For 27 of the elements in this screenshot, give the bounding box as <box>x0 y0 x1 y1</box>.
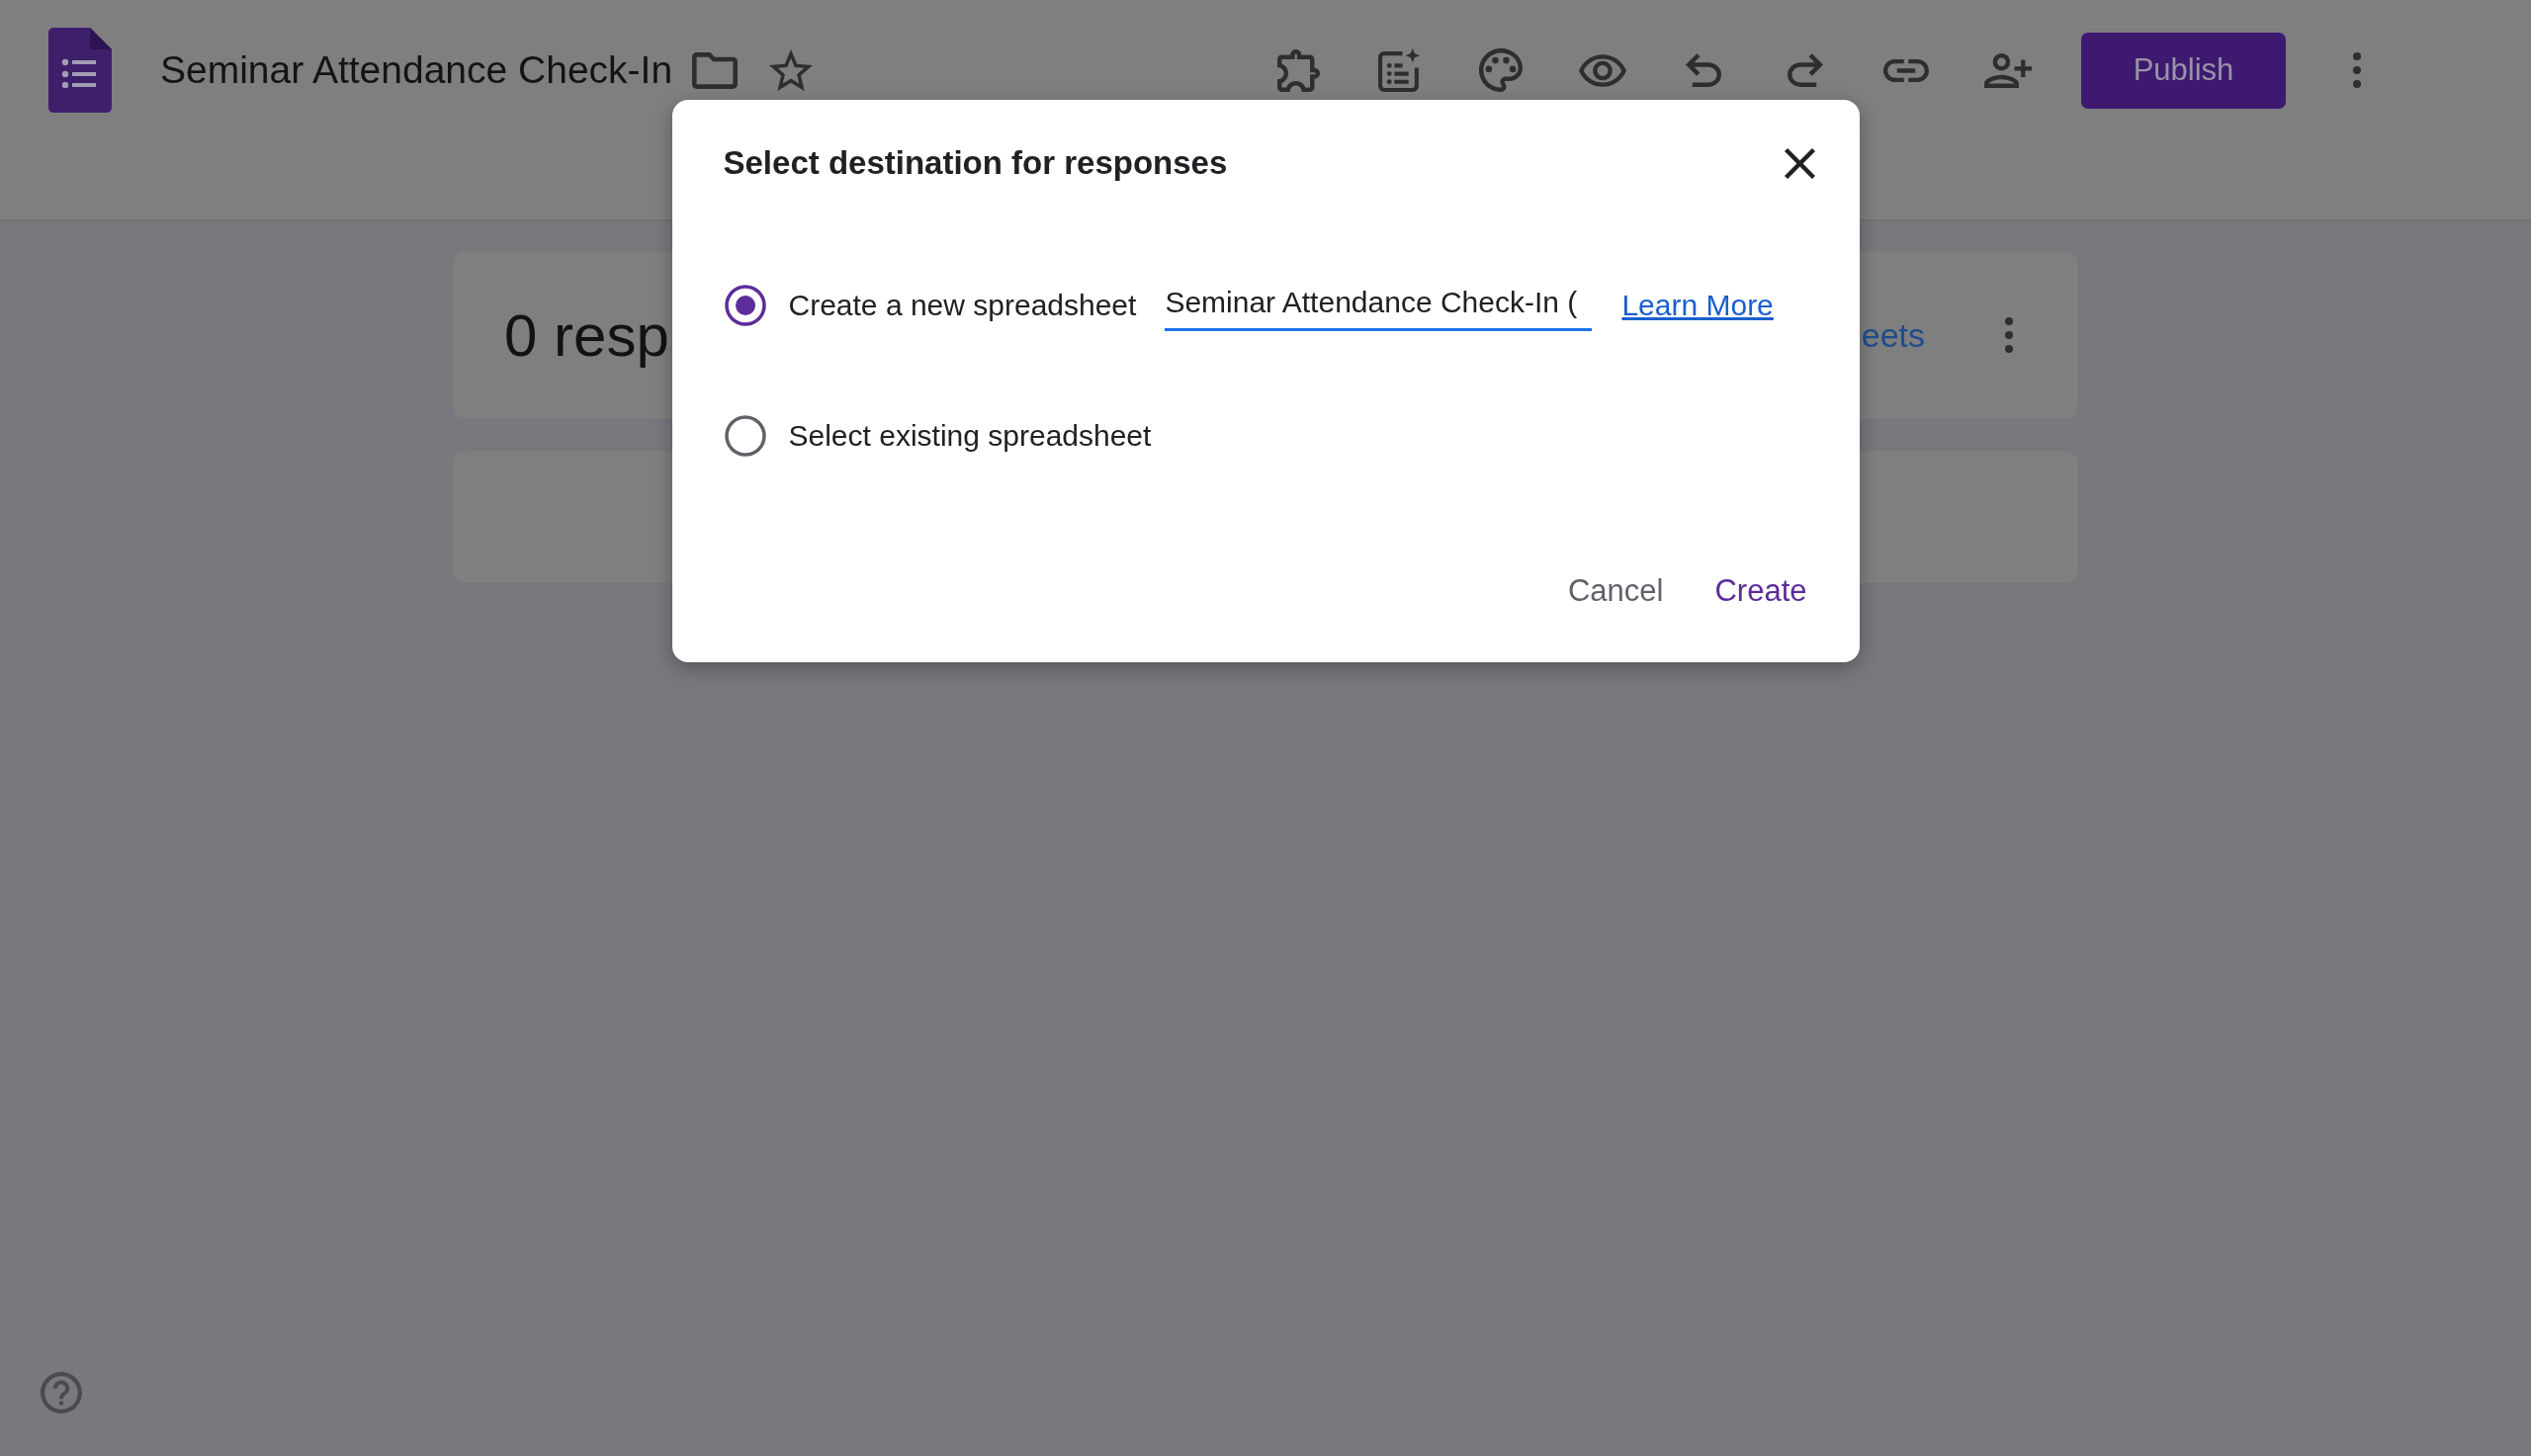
publish-button[interactable]: Publish <box>2081 32 2286 109</box>
radio-button[interactable] <box>724 415 766 457</box>
redo-icon[interactable] <box>1787 53 1823 87</box>
radio-button[interactable] <box>724 285 766 326</box>
create-button[interactable]: Create <box>1699 559 1823 623</box>
folder-icon[interactable] <box>692 51 739 89</box>
learn-more-link[interactable]: Learn More <box>1621 289 1774 322</box>
logo-icon[interactable] <box>48 28 112 113</box>
more-options-icon[interactable] <box>2005 317 2013 353</box>
option-label: Create a new spreadsheet <box>788 289 1137 322</box>
option-label: Select existing spreadsheet <box>788 419 1152 453</box>
dialog-title: Select destination for responses <box>723 144 1228 182</box>
responses-count: 0 resp <box>504 300 669 370</box>
more-options-icon[interactable] <box>2353 52 2361 88</box>
add-person-icon[interactable] <box>1983 52 2032 88</box>
help-icon[interactable] <box>41 1372 82 1413</box>
link-icon[interactable] <box>1883 58 1930 82</box>
eye-icon[interactable] <box>1578 53 1626 87</box>
puzzle-piece-icon[interactable] <box>1276 48 1320 92</box>
palette-icon[interactable] <box>1479 48 1524 92</box>
star-icon[interactable] <box>769 49 814 91</box>
cancel-button[interactable]: Cancel <box>1551 559 1680 623</box>
undo-icon[interactable] <box>1686 53 1722 87</box>
spreadsheet-name-field[interactable]: Seminar Attendance Check-In ( <box>1165 280 1593 331</box>
form-title: Seminar Attendance Check-In <box>160 48 673 92</box>
close-icon[interactable] <box>1784 147 1815 179</box>
form-sparkle-icon[interactable] <box>1377 48 1422 92</box>
